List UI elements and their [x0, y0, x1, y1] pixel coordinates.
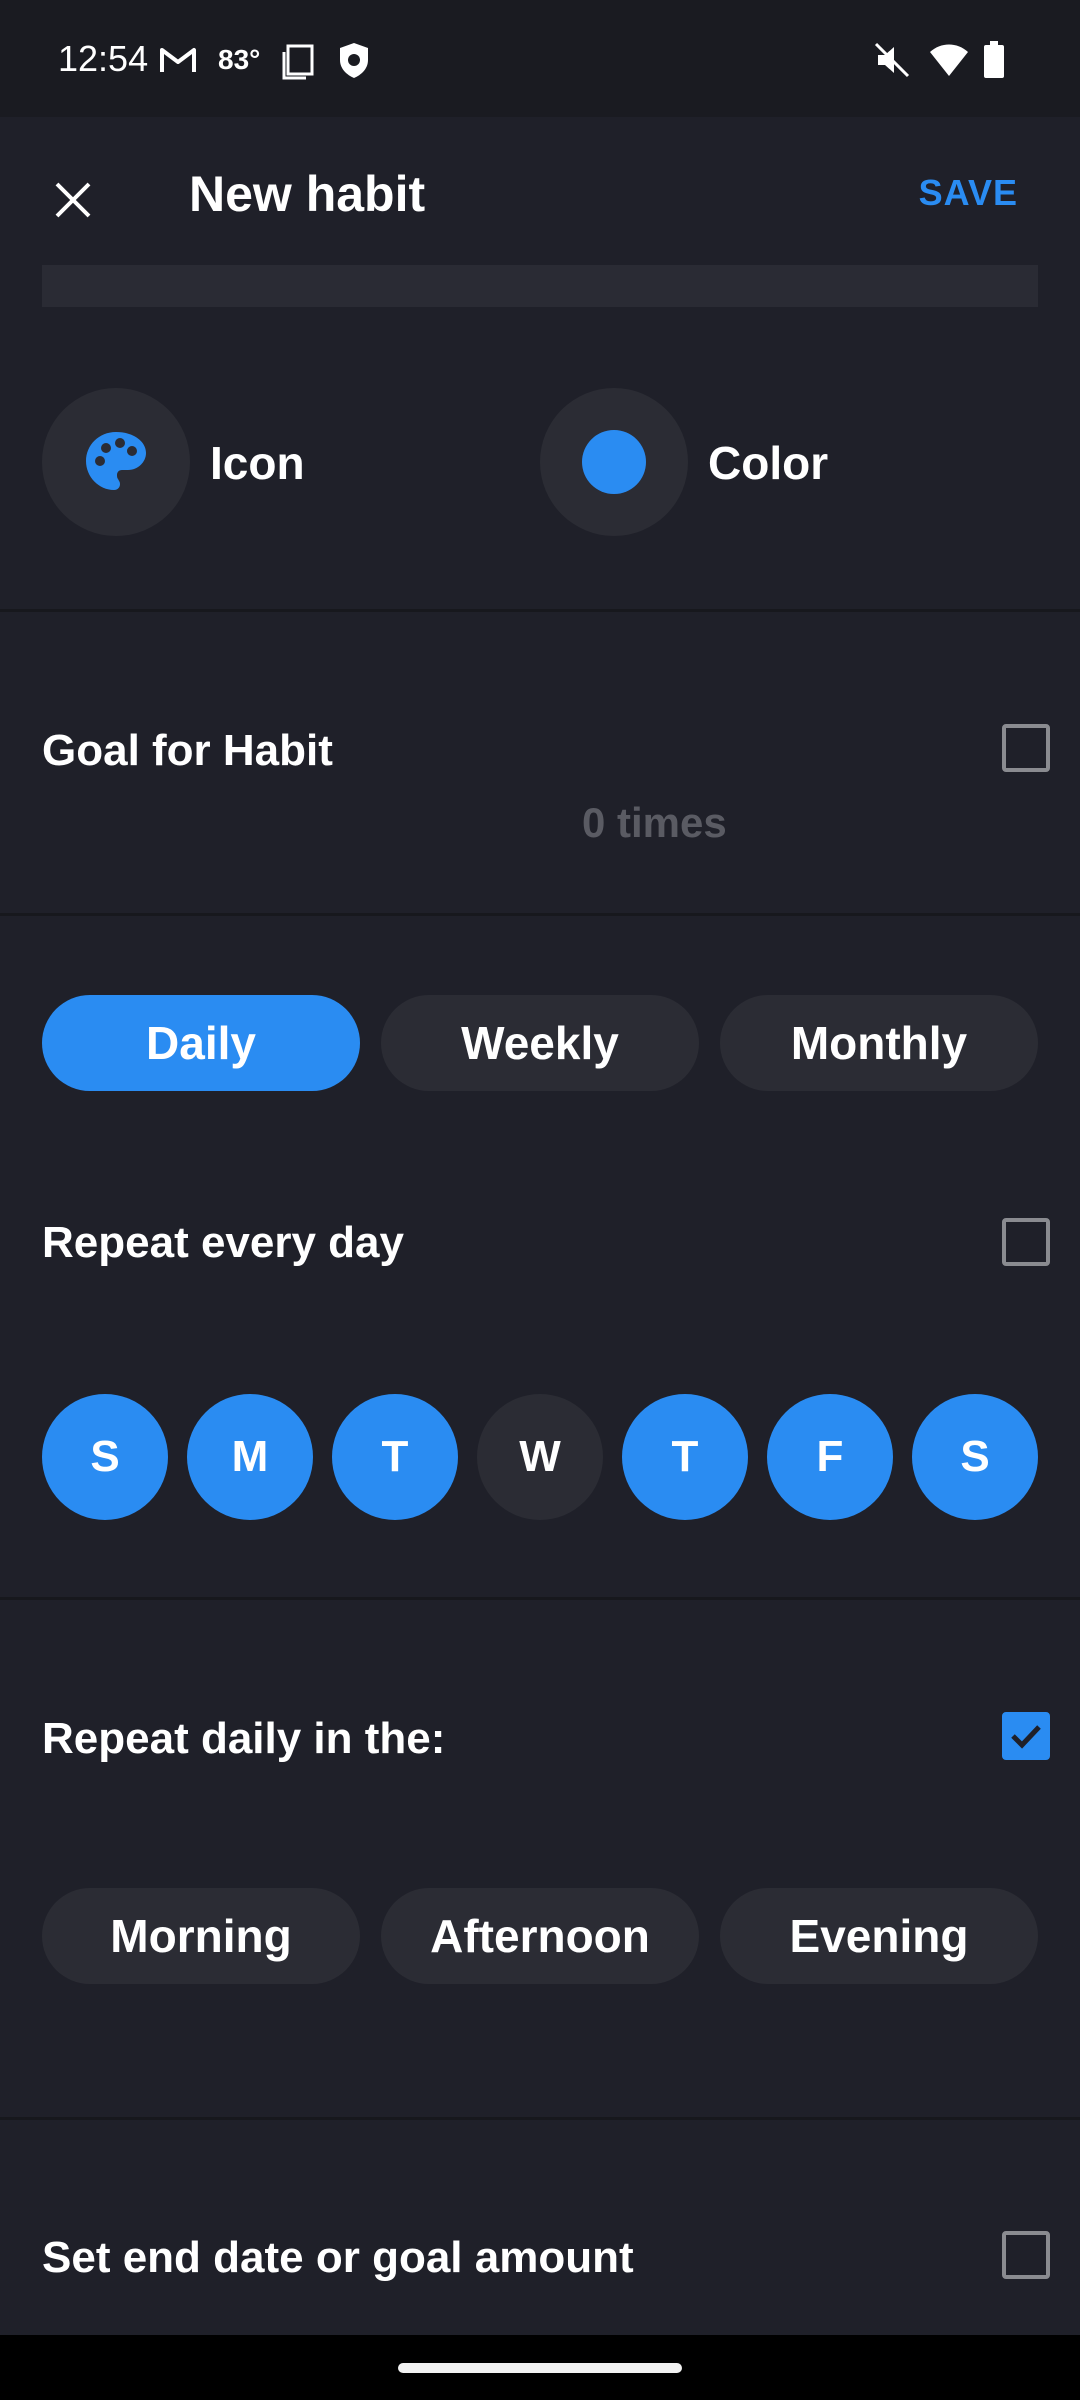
icon-label[interactable]: Icon — [210, 436, 305, 490]
color-picker-button[interactable] — [540, 388, 688, 536]
wifi-icon — [928, 40, 970, 80]
tab-weekly[interactable]: Weekly — [381, 995, 699, 1091]
divider — [0, 2117, 1080, 2120]
tab-monthly[interactable]: Monthly — [720, 995, 1038, 1091]
day-thursday[interactable]: T — [622, 1394, 748, 1520]
day-saturday[interactable]: S — [912, 1394, 1038, 1520]
close-button[interactable] — [40, 167, 106, 233]
icon-picker-button[interactable] — [42, 388, 190, 536]
page-title: New habit — [189, 166, 426, 222]
end-date-label: Set end date or goal amount — [42, 2233, 634, 2282]
shield-icon — [334, 40, 374, 80]
status-time: 12:54 — [58, 38, 149, 79]
check-icon — [1011, 1725, 1041, 1749]
habit-name-field[interactable] — [42, 265, 1038, 307]
tab-daily[interactable]: Daily — [42, 995, 360, 1091]
goal-value[interactable]: 0 times — [582, 799, 727, 847]
color-swatch — [582, 430, 646, 494]
status-bar: 12:54 83° — [0, 0, 1080, 117]
repeat-every-day-label: Repeat every day — [42, 1218, 404, 1267]
day-tuesday[interactable]: T — [332, 1394, 458, 1520]
close-icon — [55, 182, 91, 218]
mute-icon — [872, 40, 912, 80]
divider — [0, 913, 1080, 916]
day-sunday[interactable]: S — [42, 1394, 168, 1520]
time-of-day-checkbox[interactable] — [1002, 1712, 1050, 1760]
time-evening[interactable]: Evening — [720, 1888, 1038, 1984]
goal-checkbox[interactable] — [1002, 724, 1050, 772]
save-button[interactable]: SAVE — [919, 172, 1018, 214]
time-of-day-label: Repeat daily in the: — [42, 1714, 446, 1763]
day-wednesday[interactable]: W — [477, 1394, 603, 1520]
screenshot-icon — [278, 40, 318, 80]
palette-icon — [86, 432, 146, 490]
divider — [0, 1597, 1080, 1600]
time-morning[interactable]: Morning — [42, 1888, 360, 1984]
battery-icon — [982, 40, 1006, 80]
goal-label: Goal for Habit — [42, 726, 333, 775]
gmail-icon — [158, 40, 198, 80]
end-date-checkbox[interactable] — [1002, 2231, 1050, 2279]
app-bar: New habit SAVE — [0, 117, 1080, 267]
repeat-every-day-checkbox[interactable] — [1002, 1218, 1050, 1266]
home-indicator[interactable] — [398, 2363, 682, 2373]
day-monday[interactable]: M — [187, 1394, 313, 1520]
day-friday[interactable]: F — [767, 1394, 893, 1520]
divider — [0, 609, 1080, 612]
time-afternoon[interactable]: Afternoon — [381, 1888, 699, 1984]
status-temperature: 83° — [218, 44, 261, 75]
color-label[interactable]: Color — [708, 436, 828, 490]
